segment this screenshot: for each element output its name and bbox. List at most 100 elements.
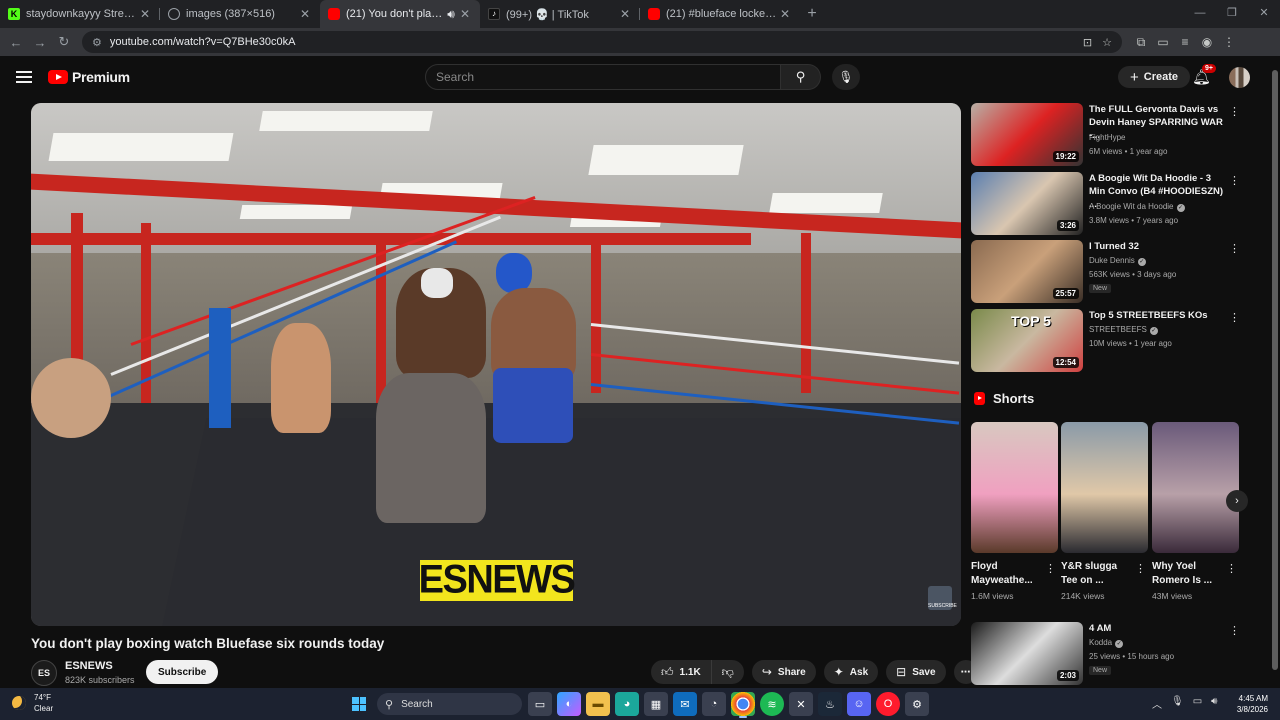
more-vertical-icon[interactable]: ⋮: [1229, 174, 1240, 187]
more-vertical-icon[interactable]: ⋮: [1229, 242, 1240, 255]
video-player[interactable]: ESNEWS SUBSCRIBE: [31, 103, 961, 626]
more-vertical-icon[interactable]: ⋮: [1045, 562, 1056, 575]
browser-tab[interactable]: ♪ (99+) 💀 | TikTok ✕: [480, 0, 640, 28]
recommended-channel[interactable]: A Boogie Wit da Hoodie ✓: [1089, 202, 1185, 212]
bookmark-star-icon[interactable]: ☆: [1102, 36, 1112, 49]
opera-icon[interactable]: O: [876, 692, 900, 716]
new-tab-icon[interactable]: +: [800, 0, 824, 28]
browser-tab[interactable]: images (387×516) ✕: [160, 0, 320, 28]
tab-close-icon[interactable]: ✕: [458, 7, 472, 21]
network-icon[interactable]: ▭: [1193, 696, 1202, 711]
browser-tab[interactable]: (21) #blueface locked in for his ✕: [640, 0, 800, 28]
store-icon[interactable]: ▦: [644, 692, 668, 716]
taskbar-clock[interactable]: 4:45 AM 3/8/2026: [1208, 693, 1268, 715]
copilot-icon[interactable]: ◐: [557, 692, 581, 716]
share-button[interactable]: ↪ Share: [751, 660, 816, 684]
settings-icon[interactable]: ⚙: [905, 692, 929, 716]
tab-close-icon[interactable]: ✕: [138, 7, 152, 21]
video-thumbnail[interactable]: 2:03: [971, 622, 1083, 685]
subscribe-overlay[interactable]: SUBSCRIBE: [928, 586, 957, 610]
site-info-icon[interactable]: ⚙: [92, 36, 102, 49]
recommended-channel[interactable]: Duke Dennis ✓: [1089, 256, 1146, 266]
create-button[interactable]: + Create: [1118, 66, 1191, 88]
install-app-icon[interactable]: ⊡: [1083, 36, 1092, 49]
recommended-video[interactable]: TOP 5 12:54 Top 5 STREETBEEFS KOs STREETBEE…: [971, 309, 1241, 373]
browser-tab-active[interactable]: (21) You don't play boxing w 🔊︎ ✕: [320, 0, 480, 28]
maximize-icon[interactable]: ❐: [1216, 0, 1248, 28]
tab-search-icon[interactable]: ▭: [1152, 35, 1174, 50]
video-thumbnail[interactable]: 19:22: [971, 103, 1083, 166]
recommended-video[interactable]: 25:57 I Turned 32 Duke Dennis ✓ 563K views •…: [971, 240, 1241, 304]
video-thumbnail[interactable]: TOP 5 12:54: [971, 309, 1083, 372]
tray-overflow-icon[interactable]: ︿: [1152, 696, 1162, 711]
short-item[interactable]: Why Yoel Romero Is ... 43M views ⋮: [1152, 422, 1239, 601]
short-title[interactable]: Y&R slugga Tee on ...: [1061, 560, 1135, 588]
channel-avatar[interactable]: ES: [31, 660, 57, 686]
recommended-channel[interactable]: STREETBEEFS ✓: [1089, 325, 1158, 335]
forward-icon[interactable]: →: [28, 35, 52, 50]
back-icon[interactable]: ←: [4, 35, 28, 50]
recommended-channel[interactable]: FightHype: [1089, 133, 1125, 142]
outlook-icon[interactable]: ✉: [673, 692, 697, 716]
like-button[interactable]: 👍︎ 1.1K: [651, 660, 712, 684]
account-avatar[interactable]: [1229, 67, 1250, 88]
windows-start-icon[interactable]: [352, 697, 366, 711]
edge-icon[interactable]: ◕: [615, 692, 639, 716]
chrome-icon[interactable]: [731, 692, 755, 718]
recommended-title[interactable]: I Turned 32: [1089, 240, 1229, 253]
weather-widget[interactable]: 74°F Clear: [12, 692, 53, 714]
short-title[interactable]: Why Yoel Romero Is ...: [1152, 560, 1226, 588]
dislike-button[interactable]: 👎︎: [711, 660, 744, 684]
ask-button[interactable]: ✦ Ask: [823, 660, 879, 684]
recommended-video[interactable]: 3:26 A Boogie Wit Da Hoodie - 3 Min Convo…: [971, 172, 1241, 236]
short-item[interactable]: Floyd Mayweathe... 1.6M views ⋮: [971, 422, 1058, 601]
recommended-title[interactable]: Top 5 STREETBEEFS KOs: [1089, 309, 1229, 322]
search-input[interactable]: Search: [425, 64, 781, 90]
voice-search-button[interactable]: 🎙︎: [832, 64, 860, 90]
address-bar[interactable]: ⚙ youtube.com/watch?v=Q7BHe30c0kA ⊡ ☆: [82, 31, 1122, 53]
short-title[interactable]: Floyd Mayweathe...: [971, 560, 1045, 588]
menu-icon[interactable]: [16, 68, 32, 86]
more-vertical-icon[interactable]: ⋮: [1229, 311, 1240, 324]
xbox-icon[interactable]: ✕: [789, 692, 813, 716]
subscribe-button[interactable]: Subscribe: [146, 660, 219, 684]
recommended-title[interactable]: 4 AM: [1089, 622, 1229, 635]
spotify-icon[interactable]: ≋: [760, 692, 784, 716]
reading-list-icon[interactable]: ≡: [1174, 35, 1196, 50]
page-scrollbar[interactable]: [1271, 60, 1279, 694]
notifications-button[interactable]: 🔔︎ 9+: [1192, 64, 1216, 86]
youtube-logo[interactable]: Premium: [48, 69, 130, 85]
short-thumbnail[interactable]: [1152, 422, 1239, 553]
more-vertical-icon[interactable]: ⋮: [1229, 105, 1240, 118]
microphone-icon[interactable]: 🎙︎: [1171, 696, 1184, 711]
clipchamp-icon[interactable]: ◔: [702, 692, 726, 716]
chrome-menu-icon[interactable]: ⋮: [1218, 35, 1240, 50]
short-thumbnail[interactable]: [971, 422, 1058, 553]
task-view-icon[interactable]: ▭: [528, 692, 552, 716]
tab-close-icon[interactable]: ✕: [618, 7, 632, 21]
short-item[interactable]: Y&R slugga Tee on ... 214K views ⋮: [1061, 422, 1148, 601]
tab-close-icon[interactable]: ✕: [298, 7, 312, 21]
reload-icon[interactable]: ↻: [52, 34, 76, 50]
extensions-icon[interactable]: ⧉: [1130, 35, 1152, 50]
shorts-next-button[interactable]: ›: [1226, 490, 1248, 512]
recommended-video[interactable]: 19:22 The FULL Gervonta Davis vs Devin Ha…: [971, 103, 1241, 167]
scrollbar-thumb[interactable]: [1272, 70, 1278, 670]
file-explorer-icon[interactable]: ▬: [586, 692, 610, 716]
steam-icon[interactable]: ♨: [818, 692, 842, 716]
taskbar-search[interactable]: ⚲ Search: [377, 693, 522, 715]
short-thumbnail[interactable]: [1061, 422, 1148, 553]
video-thumbnail[interactable]: 3:26: [971, 172, 1083, 235]
save-button[interactable]: ⊟ Save: [886, 660, 946, 684]
discord-icon[interactable]: ☺: [847, 692, 871, 716]
tab-close-icon[interactable]: ✕: [778, 7, 792, 21]
speaker-icon[interactable]: 🔊︎: [444, 7, 458, 22]
minimize-icon[interactable]: —: [1184, 0, 1216, 28]
more-vertical-icon[interactable]: ⋮: [1229, 624, 1240, 637]
video-thumbnail[interactable]: 25:57: [971, 240, 1083, 303]
close-window-icon[interactable]: ✕: [1248, 0, 1280, 28]
recommended-video[interactable]: 2:03 4 AM Kodda ✓ 25 views • 15 hours ago New…: [971, 622, 1241, 686]
browser-tab[interactable]: K staydownkayyy Stream - Watch ✕: [0, 0, 160, 28]
search-button[interactable]: ⚲: [781, 64, 821, 90]
recommended-channel[interactable]: Kodda ✓: [1089, 638, 1124, 648]
